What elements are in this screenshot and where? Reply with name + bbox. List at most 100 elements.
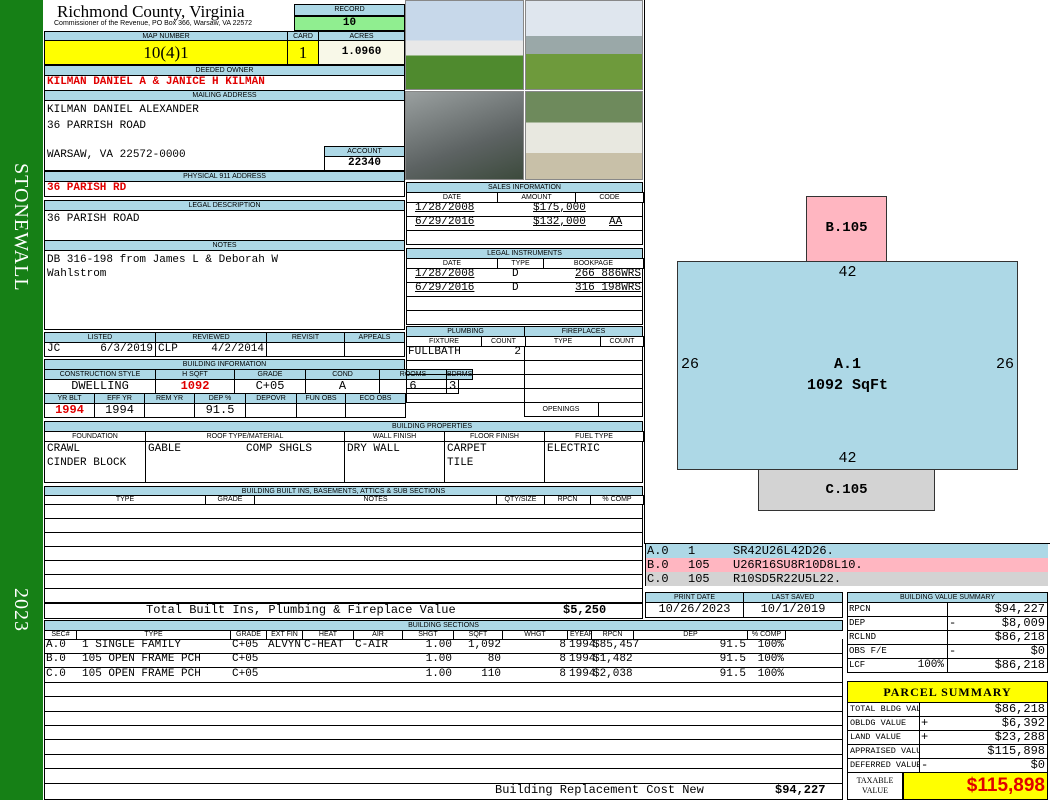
reviewed-by: CLP <box>158 343 178 355</box>
foundation-value: CINDER BLOCK <box>47 457 127 469</box>
builtins-row <box>44 546 643 561</box>
section-cell: 1994 <box>569 639 596 651</box>
section-a-label: A.1 <box>833 356 861 373</box>
fixture: FULLBATH <box>408 346 461 358</box>
section-row <box>44 754 843 770</box>
grade-value: C+05 <box>234 379 306 394</box>
card-number: 1 <box>287 40 319 65</box>
sale-date: 6/29/2016 <box>415 216 475 228</box>
outbuilding-photo[interactable] <box>525 91 643 180</box>
sketch-section-b[interactable]: B.105 <box>806 196 887 262</box>
property-photo[interactable] <box>405 0 524 90</box>
value-amount: $94,227 <box>994 602 1045 616</box>
section-cell <box>355 668 401 681</box>
sketch-section-a[interactable]: 42 42 26 26 A.1 1092 SqFt <box>677 261 1018 470</box>
section-row <box>44 768 843 784</box>
sketch-path: U26R16SU8R10D8L10. <box>733 558 863 572</box>
instrument-row <box>406 310 643 325</box>
sales-row <box>406 230 643 245</box>
value-amount: $86,218 <box>994 658 1045 672</box>
section-row <box>44 682 843 698</box>
mailbox-photo[interactable] <box>405 91 524 180</box>
instrument-bookpage: 316 198WRS <box>574 282 641 294</box>
sketch-sec: B.0 <box>647 558 669 572</box>
section-cell: 8 <box>559 639 566 651</box>
section-row: A.0 1 SINGLE FAMILY C+05 ALVYN C-HEAT C-AIR 1.… <box>44 639 843 654</box>
sales-row: 1/28/2008 $175,000 <box>406 202 643 217</box>
section-cell: C-AIR <box>355 639 389 651</box>
plumbing-row <box>406 360 525 375</box>
notes-line: DB 316-198 from James L & Deborah W <box>47 254 279 266</box>
parcel-label: DEFERRED VALUE <box>847 758 920 773</box>
section-cell: 91.5 <box>719 639 746 651</box>
physical-address: 36 PARISH RD <box>44 181 405 197</box>
sale-date: 1/28/2008 <box>415 202 475 214</box>
sketch-sec: C.0 <box>647 572 669 586</box>
sketch-code: 105 <box>688 558 710 572</box>
taxable-label: TAXABLE <box>856 776 894 785</box>
parcel-value: $115,898 <box>987 744 1045 758</box>
section-cell: 110 <box>481 667 501 680</box>
fun-obs-value <box>296 403 346 418</box>
eff-yr-value: 1994 <box>94 403 145 418</box>
builtins-row <box>44 504 643 519</box>
parcel-value: $0 <box>1030 758 1045 772</box>
sketch-path: R10SD5R22U5L22. <box>733 572 842 586</box>
taxable-label: VALUE <box>861 786 889 795</box>
value-summary-amount: $86,218 <box>947 658 1048 673</box>
notes-line: Wahlstrom <box>47 268 107 280</box>
sketch-sec: A.0 <box>647 544 669 558</box>
section-cell: 1994 <box>569 667 596 680</box>
value-pct: 100% <box>917 659 944 671</box>
section-a-area: 1092 SqFt <box>806 377 888 394</box>
dep-pct-value: 91.5 <box>194 403 246 418</box>
yr-blt-value: 1994 <box>44 403 95 418</box>
parcel-summary-title: PARCEL SUMMARY <box>847 681 1048 703</box>
notes: DB 316-198 from James L & Deborah W Wahls… <box>44 250 405 330</box>
section-cell <box>304 668 352 681</box>
value-summary-label: OBS F/E <box>847 644 948 659</box>
mailing-line: KILMAN DANIEL ALEXANDER <box>47 104 199 116</box>
property-photo[interactable] <box>525 0 643 90</box>
section-cell: C.0 <box>46 667 66 680</box>
floor-finish: TILE <box>447 457 474 469</box>
section-cell: 91.5 <box>719 653 746 666</box>
builtins-row <box>44 532 643 547</box>
section-row <box>44 739 843 755</box>
instrument-row <box>406 296 643 311</box>
listed-by: JC <box>47 343 61 355</box>
section-cell: C+05 <box>232 667 259 680</box>
section-cell: 105 OPEN FRAME PCH <box>82 667 201 680</box>
instrument-bookpage: 266 886WRS <box>574 268 641 280</box>
parcel-label: TOTAL BLDG VALUE <box>847 702 920 717</box>
sketch-code: 1 <box>688 544 696 558</box>
value-summary-label: LCF 100% <box>847 658 948 673</box>
section-cell: $85,457 <box>593 639 640 651</box>
reviewed-date: 4/2/2014 <box>211 343 264 355</box>
section-cell: 91.5 <box>719 667 746 680</box>
map-number: 10(4)1 <box>44 40 288 65</box>
section-cell: 8 <box>559 667 566 680</box>
parcel-amount: - $0 <box>919 758 1048 773</box>
plumbing-row <box>406 374 525 389</box>
parcel-label: APPRAISED VALUE <box>847 744 920 759</box>
sale-code: AA <box>609 216 623 228</box>
section-cell: 1,092 <box>467 639 501 651</box>
sketch-section-c[interactable]: C.105 <box>758 469 935 511</box>
fixture-count: 2 <box>514 346 521 358</box>
dim-bottom: 42 <box>838 450 857 467</box>
roof-type: GABLE <box>148 443 182 455</box>
county-title: Richmond County, Virginia <box>57 2 245 21</box>
value-summary-amount: $86,218 <box>947 630 1048 645</box>
section-cell: B.0 <box>46 653 66 666</box>
tax-year: 2023 <box>10 588 32 632</box>
section-cell <box>304 653 352 666</box>
value-summary-label: RPCN <box>847 602 948 617</box>
parcel-amount: + $23,288 <box>919 730 1048 745</box>
section-row <box>44 725 843 741</box>
instrument-date: 6/29/2016 <box>415 282 475 294</box>
parcel-label: OBLDG VALUE <box>847 716 920 731</box>
plumbing-row: FULLBATH 2 <box>406 346 525 361</box>
section-row: B.0 105 OPEN FRAME PCH C+05 1.00 80 8 1994 $1,4… <box>44 653 843 669</box>
dim-top: 42 <box>838 264 857 281</box>
